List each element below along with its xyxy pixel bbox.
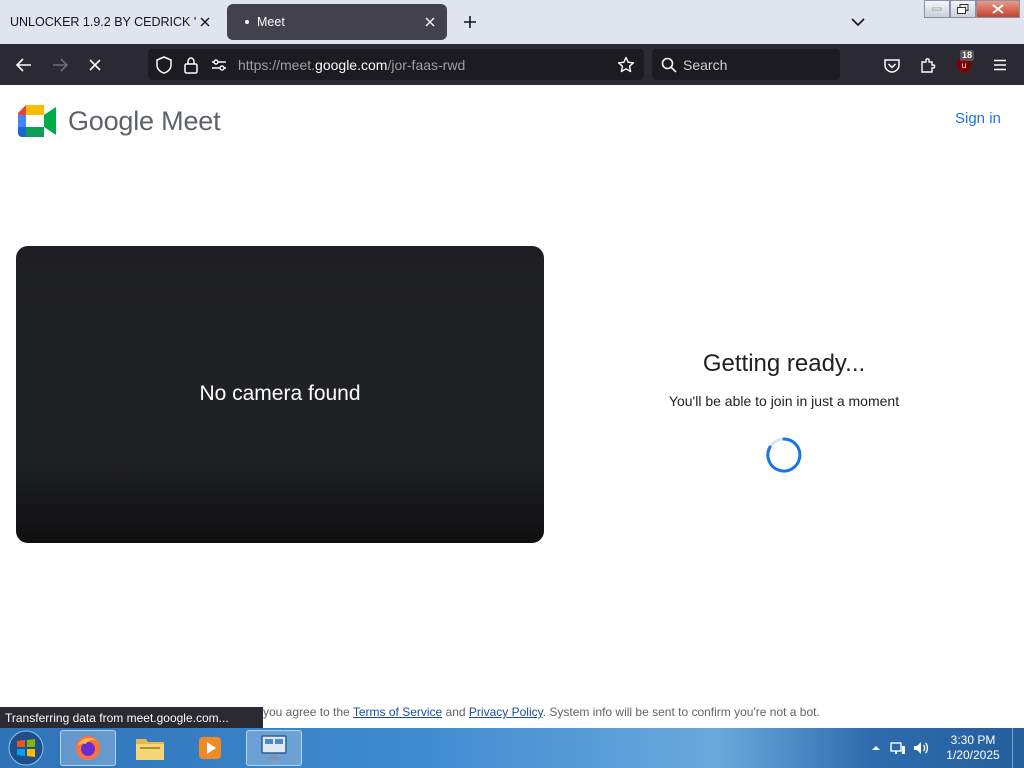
search-placeholder: Search [683, 57, 728, 73]
minimize-button[interactable] [924, 0, 950, 18]
media-player-taskbar-button[interactable] [182, 730, 238, 766]
system-clock[interactable]: 3:30 PM 1/20/2025 [940, 733, 1006, 763]
clock-date: 1/20/2025 [946, 748, 1000, 762]
search-icon [659, 55, 679, 75]
show-desktop-button[interactable] [1012, 728, 1024, 768]
loading-spinner-icon [765, 436, 803, 474]
firefox-taskbar-button[interactable] [60, 730, 116, 766]
legal-notice: you agree to the Terms of Service and Pr… [263, 705, 820, 719]
remote-desktop-taskbar-button[interactable] [246, 730, 302, 766]
close-tab-icon[interactable] [421, 13, 439, 31]
network-icon[interactable] [890, 740, 906, 756]
pocket-icon[interactable] [879, 52, 905, 78]
search-input[interactable]: Search [652, 49, 840, 80]
new-tab-plus-icon[interactable] [459, 11, 481, 33]
privacy-policy-link[interactable]: Privacy Policy [469, 705, 543, 719]
google-meet-wordmark: Google Meet [68, 106, 221, 136]
address-bar[interactable]: https://meet.google.com/jor-faas-rwd [148, 49, 644, 80]
close-window-button[interactable] [976, 0, 1020, 18]
extensions-puzzle-icon[interactable] [915, 52, 941, 78]
restore-button[interactable] [950, 0, 976, 18]
file-explorer-taskbar-button[interactable] [122, 730, 178, 766]
status-panel: Transferring data from meet.google.com..… [0, 707, 263, 729]
window-controls [924, 0, 1020, 18]
video-preview-panel: No camera found [16, 246, 544, 543]
close-tab-icon[interactable] [196, 13, 214, 31]
tab-unlocker[interactable]: UNLOCKER 1.9.2 BY CEDRICK 'NITC [0, 4, 222, 40]
forward-arrow-icon[interactable] [47, 52, 73, 78]
clock-time: 3:30 PM [950, 733, 996, 747]
no-camera-message: No camera found [199, 382, 361, 405]
sign-in-link[interactable]: Sign in [955, 110, 1001, 127]
tab-title: UNLOCKER 1.9.2 BY CEDRICK 'NITC [10, 15, 196, 29]
bookmark-star-icon[interactable] [616, 55, 636, 75]
lock-icon[interactable] [181, 55, 201, 75]
browser-tab-strip: UNLOCKER 1.9.2 BY CEDRICK 'NITC Meet [0, 0, 1024, 44]
browser-toolbar: https://meet.google.com/jor-faas-rwd Sea… [0, 44, 1024, 85]
svg-text:u: u [961, 61, 966, 70]
back-arrow-icon[interactable] [11, 52, 37, 78]
getting-ready-subtitle: You'll be able to join in just a moment [668, 393, 900, 409]
google-meet-logo [18, 105, 56, 137]
tracking-shield-icon[interactable] [154, 55, 174, 75]
volume-icon[interactable] [913, 740, 929, 756]
stop-loading-icon[interactable] [82, 52, 108, 78]
windows-taskbar: 3:30 PM 1/20/2025 [0, 728, 1024, 768]
hamburger-menu-icon[interactable] [987, 52, 1013, 78]
permissions-sliders-icon[interactable] [209, 55, 229, 75]
tab-meet[interactable]: Meet [227, 4, 447, 40]
show-hidden-icons-arrow-icon[interactable] [868, 740, 884, 756]
tab-title: Meet [257, 15, 285, 29]
list-tabs-chevron-icon[interactable] [848, 11, 868, 33]
extension-badge: 18 [960, 50, 975, 61]
url-text: https://meet.google.com/jor-faas-rwd [238, 57, 466, 73]
terms-of-service-link[interactable]: Terms of Service [353, 705, 442, 719]
getting-ready-heading: Getting ready... [702, 350, 866, 377]
start-button[interactable] [6, 730, 46, 766]
loading-dot-icon [245, 20, 249, 24]
